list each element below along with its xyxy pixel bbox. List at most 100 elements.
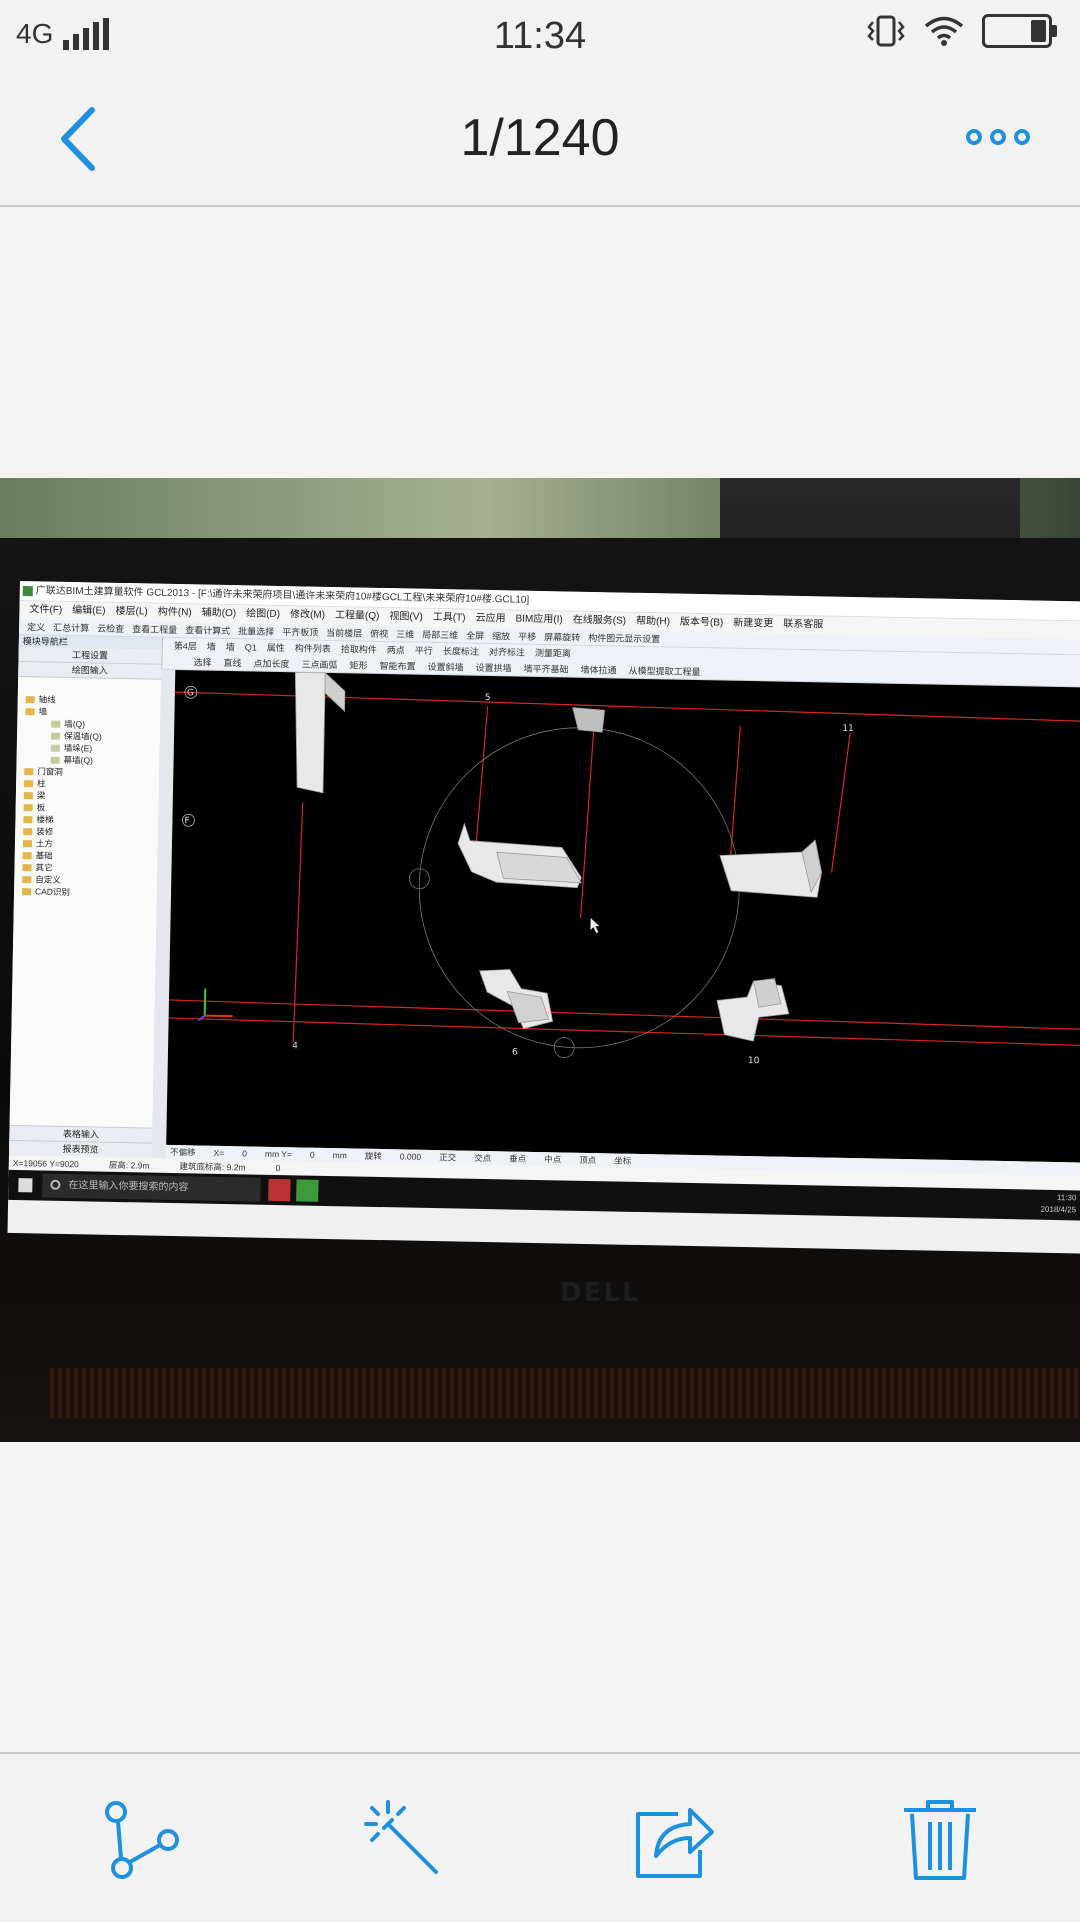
- axis-gizmo-icon: [197, 988, 233, 1022]
- cad-canvas: G F 4 5 6 10 11: [166, 669, 1080, 1163]
- toolbar-7: 当前楼层: [326, 627, 363, 639]
- toolbar2-5: 构件列表: [294, 643, 331, 654]
- toolbar-2: 云检查: [97, 623, 125, 635]
- toolbar3-4: 矩形: [349, 660, 368, 671]
- toolbar3-0: 选择: [193, 657, 212, 668]
- grid-line-5: [475, 705, 489, 846]
- axis-label-10: 10: [748, 1056, 760, 1066]
- share-nodes-button[interactable]: [102, 1800, 182, 1880]
- photo-view[interactable]: DELL 广联达BIM土建算量软件 GCL2013 - [F:\通许未来荣府项目…: [0, 478, 1080, 1442]
- grid-line-10: [728, 725, 741, 871]
- toolbar3-3: 三点画弧: [301, 659, 338, 671]
- mouse-cursor-icon: [590, 918, 600, 934]
- toolbar-5: 批量选择: [238, 626, 275, 637]
- toolbar2-9: 长度标注: [442, 646, 479, 657]
- toolbar2-1: 墙: [206, 641, 216, 652]
- status-7: 0.000: [399, 1151, 422, 1162]
- battery-icon: [982, 14, 1057, 48]
- axis-label-5: 5: [485, 693, 491, 703]
- status-3: mm Y=: [264, 1148, 293, 1160]
- status-13: 坐标: [614, 1155, 632, 1166]
- toolbar3-9: 墙体拉通: [580, 664, 617, 676]
- toolbar2-2: 墙: [225, 641, 235, 653]
- grid-line-4: [292, 802, 304, 1043]
- toolbar3-8: 墙平齐基础: [523, 663, 569, 675]
- menu-16: 联系客服: [783, 618, 824, 631]
- axis-label-4: 4: [292, 1041, 298, 1051]
- menu-10: 云应用: [475, 612, 506, 625]
- wall-block-bottom-right: [716, 980, 790, 1042]
- toolbar2-4: 属性: [266, 642, 285, 654]
- status2-1: 层高: 2.9m: [108, 1159, 150, 1171]
- laptop-screen: 广联达BIM土建算量软件 GCL2013 - [F:\通许未来荣府项目\通许未来…: [7, 581, 1080, 1254]
- edit-button[interactable]: [364, 1800, 444, 1880]
- status-11: 中点: [544, 1154, 562, 1165]
- toolbar2-3: Q1: [244, 642, 257, 653]
- taskbar-search: 在这里输入你要搜索的内容: [42, 1173, 261, 1202]
- status-1: X=: [213, 1147, 225, 1159]
- menu-11: BIM应用(I): [515, 613, 563, 626]
- toolbar-15: 构件图元显示设置: [588, 632, 661, 645]
- toolbar-1: 汇总计算: [53, 622, 90, 634]
- axis-label-6: 6: [512, 1048, 518, 1058]
- menu-1: 编辑(E): [72, 605, 106, 617]
- vibrate-icon: [867, 15, 905, 47]
- toolbar-14: 屏幕旋转: [544, 632, 581, 643]
- toolbar3-7: 设置拱墙: [475, 662, 512, 674]
- status-2: 0: [242, 1148, 248, 1159]
- axis-label-g: G: [187, 688, 194, 698]
- nav-tree: 轴线墙墙(Q) 保温墙(Q) 墙垛(E) 幕墙(Q) 门窗洞柱梁板楼梯 装修 土方 基础 其它自…: [14, 677, 161, 900]
- cad-drawing: G F 4 5 6 10 11: [168, 671, 1080, 1066]
- bottom-action-bar: [0, 1752, 1080, 1922]
- wifi-icon: [924, 16, 964, 46]
- menu-12: 在线服务(S): [572, 614, 627, 627]
- toolbar2-0: 第4层: [173, 640, 197, 652]
- grid-line-f-low: [168, 999, 1080, 1031]
- menu-8: 视图(V): [389, 611, 423, 623]
- share-arrow-icon: [636, 1808, 714, 1878]
- taskbar-gcl-icon: [296, 1179, 319, 1202]
- magic-wand-icon: [364, 1800, 438, 1874]
- status-icons: [866, 14, 1057, 48]
- toolbar-8: 俯视: [370, 628, 389, 640]
- laptop-keyboard: [50, 1368, 1080, 1418]
- status2-2: 建筑底标高: 9.2m: [179, 1161, 246, 1173]
- grid-line-11: [830, 732, 851, 873]
- toolbar-6: 平齐板顶: [282, 627, 319, 638]
- toolbar-11: 全屏: [466, 630, 485, 641]
- delete-button[interactable]: [900, 1800, 980, 1880]
- windows-start-icon: [18, 1178, 33, 1193]
- toolbar-13: 平移: [518, 631, 537, 642]
- arc-guide: [418, 727, 740, 1049]
- more-dots-icon: [966, 129, 982, 145]
- toolbar3-10: 从模型提取工程量: [628, 665, 701, 678]
- nav-report-preview: 报表预览: [8, 1139, 153, 1158]
- menu-6: 修改(M): [289, 609, 326, 621]
- menu-13: 帮助(H): [635, 615, 671, 628]
- axis-label-f: F: [184, 816, 189, 826]
- status2-3: 0: [275, 1163, 281, 1174]
- menu-0: 文件(F): [29, 604, 63, 616]
- taskbar-app-icon: [268, 1178, 291, 1202]
- toolbar-12: 缩放: [492, 631, 511, 642]
- menu-3: 构件(N): [157, 606, 192, 619]
- toolbar2-11: 测量距离: [534, 647, 571, 659]
- toolbar2-8: 平行: [414, 645, 433, 656]
- status-bar: 4G 11:34: [0, 0, 1080, 72]
- export-button[interactable]: [634, 1800, 714, 1880]
- taskbar-clock: 11:30 2018/4/25: [1040, 1193, 1077, 1215]
- menu-14: 版本号(B): [679, 616, 724, 629]
- status-5: mm: [332, 1150, 347, 1161]
- grid-line-6: [580, 718, 596, 918]
- status2-0: X=19056 Y=9020: [12, 1157, 79, 1170]
- toolbar-3: 查看工程量: [132, 624, 178, 636]
- toolbar-10: 局部三维: [422, 629, 459, 641]
- wall-block-top-left: [294, 671, 326, 794]
- toolbar-0: 定义: [27, 622, 46, 633]
- trash-icon: [904, 1800, 976, 1880]
- toolbar-4: 查看计算式: [185, 625, 231, 637]
- axis-label-11: 11: [842, 724, 854, 734]
- menu-4: 辅助(O): [201, 607, 237, 620]
- laptop-brand-logo: DELL: [560, 1278, 641, 1308]
- more-button[interactable]: [966, 112, 1036, 162]
